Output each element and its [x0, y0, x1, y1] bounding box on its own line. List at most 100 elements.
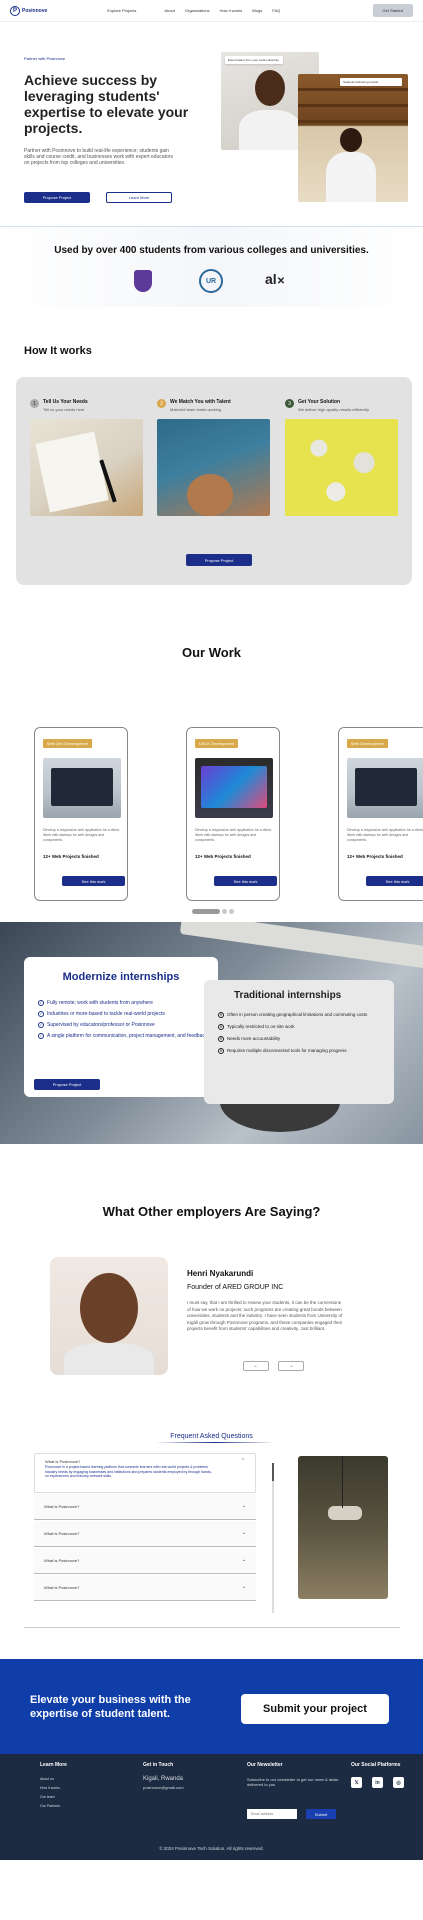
- faq-question: What is Posinnove?: [44, 1558, 80, 1563]
- traditional-internships-title: Traditional internships: [234, 990, 342, 1001]
- check-icon: ✓: [38, 1011, 44, 1017]
- faq-answer: Posinnove is a project-based learning pl…: [45, 1465, 212, 1478]
- testimonial-role: Founder of ARED GROUP INC: [187, 1284, 284, 1291]
- chevron-up-icon: ⌃: [240, 1458, 245, 1464]
- chevron-down-icon: ⌄: [241, 1584, 246, 1590]
- x-icon[interactable]: 𝕏: [351, 1777, 362, 1788]
- footer-link-about[interactable]: About us: [40, 1777, 67, 1781]
- instagram-icon[interactable]: ◎: [393, 1777, 404, 1788]
- footer-heading: Our Newsletter: [247, 1762, 283, 1768]
- cross-icon: ✕: [218, 1048, 224, 1054]
- learn-more-button[interactable]: Learn More: [106, 192, 172, 203]
- alx-logo-icon: al✕: [265, 271, 286, 287]
- our-work-title: Our Work: [182, 645, 241, 660]
- testimonials-section: What Other employers Are Saying? Henri N…: [0, 1144, 423, 1429]
- footer-heading: Learn More: [40, 1762, 67, 1768]
- prev-arrow-icon[interactable]: ←: [243, 1361, 269, 1371]
- footer-link-partners[interactable]: Our Partners: [40, 1804, 67, 1808]
- work-card-stat: 12+ Web Projects finished: [347, 854, 403, 859]
- work-card-3: Web Development Develop a responsive web…: [338, 727, 423, 901]
- see-this-work-button[interactable]: See this work: [214, 876, 277, 886]
- social-icons: 𝕏 in ◎: [351, 1777, 404, 1788]
- used-by-section: Used by over 400 students from various c…: [0, 227, 423, 307]
- work-card-stat: 12+ Web Projects finished: [195, 854, 251, 859]
- faq-question: What is Posinnove?: [44, 1504, 80, 1509]
- footer: Learn More About us How it works Our tea…: [0, 1754, 423, 1860]
- chevron-down-icon: ⌄: [241, 1530, 246, 1536]
- nav-link-organizations[interactable]: Organizations: [185, 8, 210, 13]
- carousel-dot[interactable]: [229, 909, 234, 914]
- faq-item[interactable]: What is Posinnove? ⌄: [34, 1575, 256, 1601]
- faq-item[interactable]: What is Posinnove? ⌄: [34, 1521, 256, 1547]
- newsletter-email-input[interactable]: [247, 1809, 297, 1819]
- step-desc: Matched team starts working: [170, 407, 222, 412]
- how-propose-project-button[interactable]: Propose Project: [186, 554, 252, 566]
- propose-project-button[interactable]: Propose Project: [24, 192, 90, 203]
- list-item: ✕ Needs more accountability: [218, 1036, 281, 1042]
- hero-image-student-library: [298, 74, 408, 202]
- step-image-paperwork: [30, 419, 143, 516]
- footer-email[interactable]: posinnove@gmail.com: [143, 1785, 184, 1790]
- check-icon: ✓: [38, 1000, 44, 1006]
- work-card-1: Web Dev Development Develop a responsive…: [34, 727, 128, 901]
- step-desc: We deliver high-quality results efficien…: [298, 407, 369, 412]
- chevron-down-icon: ⌄: [241, 1503, 246, 1509]
- faq-item[interactable]: What is Posinnove? ⌄: [34, 1548, 256, 1574]
- footer-link-team[interactable]: Our team: [40, 1795, 67, 1799]
- footer-newsletter: Our Newsletter Subscribe to our newslett…: [247, 1762, 342, 1787]
- step-title: Get Your Solution: [298, 399, 341, 405]
- faq-list: What is Posinnove? Posinnove is a projec…: [34, 1453, 256, 1602]
- nav-link-about[interactable]: About: [164, 8, 174, 13]
- used-by-title: Used by over 400 students from various c…: [54, 245, 369, 256]
- work-card-desc: Develop a responsive web application for…: [195, 828, 272, 842]
- step-number: 1: [30, 399, 39, 408]
- cta-banner: Elevate your business with the expertise…: [0, 1659, 423, 1754]
- linkedin-icon[interactable]: in: [372, 1777, 383, 1788]
- footer-social: Our Social Platforms 𝕏 in ◎: [351, 1762, 404, 1788]
- testimonial-photo: [50, 1257, 168, 1375]
- faq-item[interactable]: What is Posinnove? ⌄: [34, 1494, 256, 1520]
- logo-text: Posinnove: [22, 7, 48, 14]
- footer-link-how-it-works[interactable]: How it works: [40, 1786, 67, 1790]
- hero-section: Partner with Posinnove Achieve success b…: [0, 22, 423, 227]
- step-image-puzzle: [285, 419, 398, 516]
- work-card-stat: 12+ Web Projects finished: [43, 854, 99, 859]
- nav-link-faq[interactable]: FAQ: [272, 8, 280, 13]
- testimonial-quote: I must say, that I am thrilled to review…: [187, 1300, 343, 1331]
- submit-project-button[interactable]: Submit your project: [241, 1694, 389, 1724]
- testimonials-title: What Other employers Are Saying?: [102, 1204, 321, 1219]
- step-title: We Match You with Talent: [170, 399, 231, 405]
- step-number: 2: [157, 399, 166, 408]
- next-arrow-icon[interactable]: →: [278, 1361, 304, 1371]
- step-image-kids-working: [157, 419, 270, 516]
- carousel-dot[interactable]: [222, 909, 227, 914]
- faq-section: Frequent Asked Questions What is Posinno…: [0, 1429, 423, 1659]
- check-icon: ✓: [38, 1033, 44, 1039]
- logo[interactable]: P Posinnove: [10, 5, 48, 16]
- hero-title: Achieve success by leveraging students' …: [24, 72, 189, 136]
- footer-contact: Get in Touch Kigali, Rwanda posinnove@gm…: [143, 1762, 184, 1790]
- get-started-button[interactable]: Get Started: [372, 4, 413, 17]
- see-this-work-button[interactable]: See this work: [62, 876, 125, 886]
- faq-scrollbar[interactable]: [272, 1463, 274, 1613]
- list-item: ✕ Often in person creating geographical l…: [218, 1012, 368, 1018]
- list-item: ✓ Fully remote; work with students from a…: [38, 1000, 153, 1006]
- faq-scrollbar-thumb[interactable]: [272, 1463, 274, 1481]
- faq-question: What is Posinnove?: [45, 1459, 81, 1464]
- faq-question: What is Posinnove?: [44, 1531, 80, 1536]
- chevron-down-icon: ⌄: [241, 1557, 246, 1563]
- nav-link-blogs[interactable]: Blogs: [252, 8, 262, 13]
- step-title: Tell Us Your Needs: [43, 399, 88, 405]
- see-this-work-button[interactable]: See this work: [366, 876, 423, 886]
- nav-link-explore-projects[interactable]: Explore Projects: [107, 8, 136, 13]
- footer-city: Kigali, Rwanda: [143, 1776, 184, 1782]
- work-card-desc: Develop a responsive web application for…: [347, 828, 423, 842]
- newsletter-submit-button[interactable]: Submit: [306, 1809, 336, 1819]
- ur-logo-icon: UR: [199, 269, 223, 293]
- modern-propose-project-button[interactable]: Propose Project: [34, 1079, 100, 1090]
- nav-link-how-it-works[interactable]: How it works: [220, 8, 243, 13]
- work-card-tag: UI/UX Development: [195, 739, 239, 748]
- carousel-dot-active[interactable]: [192, 909, 220, 914]
- faq-item[interactable]: What is Posinnove? Posinnove is a projec…: [34, 1453, 256, 1493]
- faq-title-underline: [155, 1442, 275, 1443]
